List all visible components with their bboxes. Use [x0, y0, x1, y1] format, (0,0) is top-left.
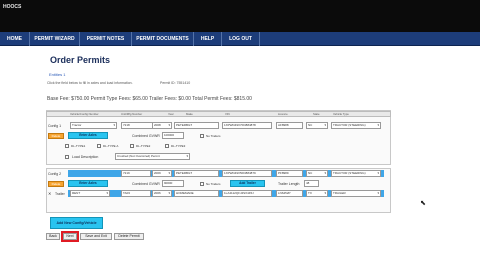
page-description: Click the field below to fill in axles a…: [47, 81, 133, 85]
page-subtitle[interactable]: Entities 1: [49, 72, 65, 77]
config2-trailer-length-label: Trailer Length: [278, 182, 300, 186]
config1-no-trailers-checkbox[interactable]: [200, 134, 204, 138]
config1-vehicle-select[interactable]: Tractor: [70, 122, 117, 129]
config2-trailer-label: Trailer: [55, 192, 65, 196]
config1-type1-label: DL-TYPE1: [71, 144, 86, 148]
config2-gvwr-label: Combined GVWR: [132, 182, 160, 186]
config2-enter-axles-button[interactable]: Enter Axles: [68, 180, 108, 187]
trailer-unit-input[interactable]: TA03: [121, 190, 151, 197]
add-config-button[interactable]: Add New Config/Vehicle: [50, 217, 103, 229]
config1-load-desc-label: Load Description: [72, 155, 99, 159]
trailer-type-select[interactable]: TRAILER: [331, 190, 381, 197]
config2-make-input[interactable]: PETERBILT: [174, 170, 219, 177]
config2-gvwr-input[interactable]: 90000: [162, 180, 184, 187]
config1-enter-axles-button[interactable]: Enter Axles: [68, 132, 108, 139]
config1-label: Config 1: [48, 124, 62, 128]
trailer-licence-input[interactable]: LN6452P: [276, 190, 303, 197]
header-vehicle-type: Vehicle Type: [333, 112, 349, 116]
nav-help[interactable]: HELP: [194, 32, 222, 46]
config2-delete-button[interactable]: Delete: [48, 181, 64, 187]
header-licence: Licence: [278, 112, 288, 116]
config1-type2-label: DL-TYPE2: [136, 144, 151, 148]
nav-permit-notes[interactable]: PERMIT NOTES: [80, 32, 132, 46]
back-button[interactable]: Back: [46, 233, 60, 240]
next-highlight: [61, 231, 79, 242]
config2-no-trailers-checkbox[interactable]: [200, 182, 204, 186]
trailer-state-select[interactable]: TX: [306, 190, 328, 197]
permit-id: Permit ID: 7551410: [160, 81, 191, 85]
config2-no-trailers-label: No Trailers: [206, 182, 221, 186]
config2-licence-input[interactable]: PF8989: [276, 170, 303, 177]
remove-trailer-icon[interactable]: ✕: [48, 191, 51, 196]
config1-no-trailers-label: No Trailers: [206, 134, 221, 138]
config1-type3-checkbox[interactable]: [165, 144, 169, 148]
header-unit-number: Unit/Mfg Number: [121, 112, 143, 116]
config1-vehicle-type-select[interactable]: TRACTOR (STEERING): [331, 122, 381, 129]
config1-load-desc-select[interactable]: Crushed (Not Oversized) Permit: [115, 153, 190, 160]
trailer-make-input[interactable]: HOMEMADE: [174, 190, 219, 197]
config1-typea-label: DL-TYPE A: [103, 144, 119, 148]
save-exit-button[interactable]: Save and Exit: [80, 233, 112, 240]
config2-vin-input[interactable]: 1XPWD49X5FD884879: [222, 170, 272, 177]
window-titlebar: HOOCS: [0, 0, 480, 32]
config2-year-select[interactable]: 2009: [152, 170, 172, 177]
config1-load-checkbox[interactable]: [65, 155, 69, 159]
page-title: Order Permits: [50, 55, 111, 65]
nav-permit-wizard[interactable]: PERMIT WIZARD: [30, 32, 80, 46]
trailer-owner-select[interactable]: RENT: [70, 190, 110, 197]
config1-state-select[interactable]: NC: [306, 122, 328, 129]
config1-make-input[interactable]: PETERBILT: [174, 122, 219, 129]
config1-year-select[interactable]: 2008: [152, 122, 172, 129]
config1-gvwr-input[interactable]: 100000: [162, 132, 184, 139]
app-title: HOOCS: [3, 4, 22, 10]
config2-state-select[interactable]: NC: [306, 170, 328, 177]
nav-permit-documents[interactable]: PERMIT DOCUMENTS: [132, 32, 194, 46]
config2-unit-input[interactable]: 7219: [121, 170, 151, 177]
config2-add-trailer-button[interactable]: Add Trailer: [230, 180, 265, 187]
config1-licence-input[interactable]: AF8988: [276, 122, 303, 129]
trailer-vin-input[interactable]: 1LA4112QFJ4SX445J: [222, 190, 272, 197]
config2-trailer-length-input[interactable]: 48: [304, 180, 319, 187]
header-make: Make: [186, 112, 193, 116]
header-vehicle-config: Vehicle/Config Number: [70, 112, 99, 116]
nav-home[interactable]: HOME: [0, 32, 30, 46]
config1-gvwr-label: Combined GVWR: [132, 134, 160, 138]
header-year: Year: [168, 112, 174, 116]
config1-delete-button[interactable]: Delete: [48, 133, 64, 139]
config1-type3-label: DL-TYPE3: [171, 144, 186, 148]
trailer-year-select[interactable]: 2006: [152, 190, 172, 197]
fees-summary: Base Fee: $750.00 Permit Type Fees: $65.…: [47, 96, 252, 102]
mouse-cursor-icon: ⬉: [420, 200, 426, 207]
header-vin: VIN: [225, 112, 230, 116]
config2-label: Config 2: [48, 172, 62, 176]
config1-type1-checkbox[interactable]: [65, 144, 69, 148]
nav-logout[interactable]: LOG OUT: [222, 32, 260, 46]
delete-permit-button[interactable]: Delete Permit: [114, 233, 144, 240]
top-nav: HOME PERMIT WIZARD PERMIT NOTES PERMIT D…: [0, 32, 480, 46]
header-state: State: [313, 112, 320, 116]
config1-type2-checkbox[interactable]: [130, 144, 134, 148]
config1-vin-input[interactable]: 1XPWD49X7FD884878: [222, 122, 272, 129]
config1-typea-checkbox[interactable]: [97, 144, 101, 148]
config2-vehicle-type-select[interactable]: TRACTOR (STEERING): [331, 170, 381, 177]
